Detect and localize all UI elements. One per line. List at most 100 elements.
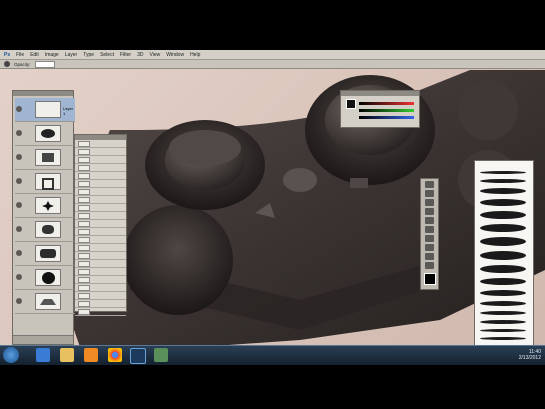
app-icon[interactable] [154,348,168,362]
property-row[interactable] [75,196,126,204]
media-player-icon[interactable] [84,348,98,362]
tool-icon[interactable] [425,199,434,206]
menu-layer[interactable]: Layer [65,50,78,60]
ps-button [283,168,317,192]
blue-slider[interactable] [359,116,414,119]
clock-date: 2/13/2012 [518,355,541,361]
property-row[interactable] [75,308,126,316]
layers-panel: Layer 1 [12,90,75,345]
layer-row[interactable] [15,170,75,194]
explorer-icon[interactable] [60,348,74,362]
tool-icon[interactable] [425,253,434,260]
options-bar: Opacity: [0,60,545,69]
property-row[interactable] [75,204,126,212]
opacity-field[interactable] [34,60,55,68]
property-row[interactable] [75,172,126,180]
layer-row[interactable] [15,194,75,218]
menu-select[interactable]: Select [100,50,114,60]
eye-icon[interactable] [16,130,22,136]
layer-row[interactable] [15,242,75,266]
layer-thumbnail [35,245,61,262]
eye-icon[interactable] [16,274,22,280]
property-row[interactable] [75,148,126,156]
property-row[interactable] [75,164,126,172]
property-row[interactable] [75,156,126,164]
layer-row[interactable] [15,266,75,290]
photoshop-icon[interactable] [130,348,146,364]
property-row[interactable] [75,276,126,284]
chrome-icon[interactable] [108,348,122,362]
menu-edit[interactable]: Edit [30,50,39,60]
layer-thumbnail [35,101,61,118]
document-canvas[interactable]: Layer 1 [0,70,545,357]
layer-row[interactable]: Layer 1 [15,98,75,122]
layer-thumbnail [35,125,61,142]
brush-icon[interactable] [425,226,434,233]
move-icon[interactable] [425,181,434,188]
start-button [350,178,368,188]
layer-row[interactable] [15,146,75,170]
tool-icon[interactable] [425,208,434,215]
layer-row[interactable] [15,290,75,314]
menu-file[interactable]: File [16,50,24,60]
opacity-label: Opacity: [14,61,31,67]
property-row[interactable] [75,300,126,308]
menu-filter[interactable]: Filter [120,50,131,60]
eye-icon[interactable] [16,298,22,304]
tools-panel [420,178,439,290]
color-panel-header [341,91,419,96]
layers-footer [13,335,73,344]
tool-icon[interactable] [425,190,434,197]
property-row[interactable] [75,268,126,276]
tool-icon[interactable] [425,262,434,269]
eye-icon[interactable] [16,226,22,232]
menu-3d[interactable]: 3D [137,50,143,60]
green-slider[interactable] [359,109,414,112]
property-row[interactable] [75,252,126,260]
layer-thumbnail [35,149,61,166]
property-row[interactable] [75,220,126,228]
system-clock[interactable]: 11:40 2/13/2012 [519,349,541,361]
property-row[interactable] [75,180,126,188]
layer-name: Layer 1 [63,106,74,116]
property-row[interactable] [75,260,126,268]
property-row[interactable] [75,228,126,236]
ie-icon[interactable] [36,348,50,362]
menu-type[interactable]: Type [83,50,94,60]
brush-presets-panel [474,160,534,357]
menu-help[interactable]: Help [190,50,200,60]
menu-window[interactable]: Window [166,50,184,60]
menu-image[interactable]: Image [45,50,59,60]
taskbar: 11:40 2/13/2012 [0,345,545,365]
property-row[interactable] [75,212,126,220]
property-row[interactable] [75,140,126,148]
layer-thumbnail [35,293,61,310]
layer-thumbnail [35,173,61,190]
layer-row[interactable] [15,122,75,146]
menu-view[interactable]: View [150,50,161,60]
property-row[interactable] [75,284,126,292]
property-row[interactable] [75,236,126,244]
red-slider[interactable] [359,102,414,105]
color-panel [340,90,420,128]
eye-icon[interactable] [16,202,22,208]
start-button[interactable] [3,347,19,363]
eye-icon[interactable] [16,250,22,256]
eye-icon[interactable] [16,106,22,112]
color-swatches[interactable] [423,273,436,285]
layer-row[interactable] [15,218,75,242]
property-row[interactable] [75,244,126,252]
left-analog-base [123,205,233,315]
eye-icon[interactable] [16,154,22,160]
property-row[interactable] [75,188,126,196]
tool-icon[interactable] [425,235,434,242]
layers-panel-header [13,91,73,96]
foreground-swatch[interactable] [346,99,356,109]
ps-logo: Ps [4,51,11,58]
eye-icon[interactable] [16,178,22,184]
eraser-icon[interactable] [425,244,434,251]
property-row[interactable] [75,292,126,300]
properties-panel [74,134,127,316]
tool-icon[interactable] [425,217,434,224]
brush-icon[interactable] [4,61,10,67]
